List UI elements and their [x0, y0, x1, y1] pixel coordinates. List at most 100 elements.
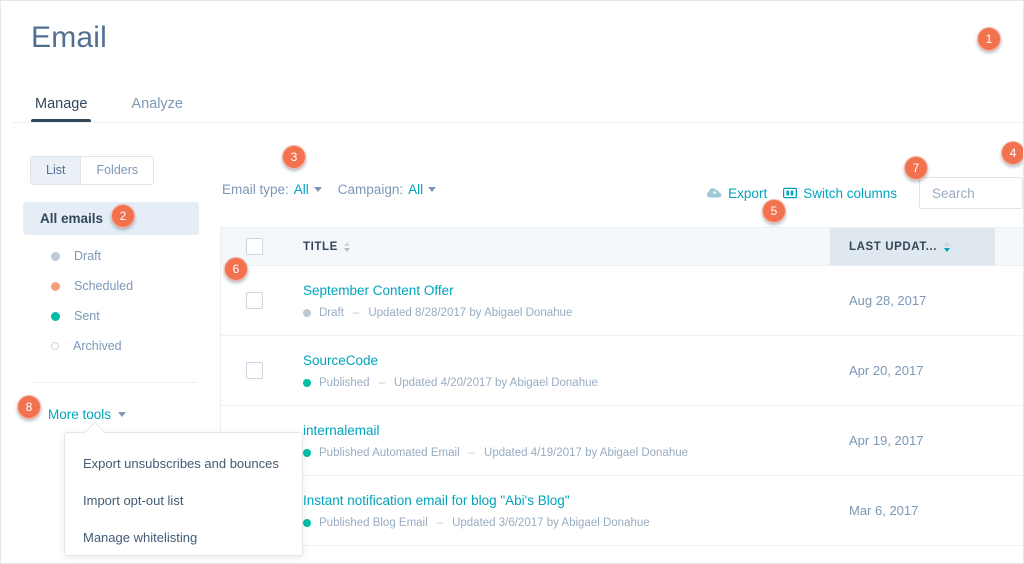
tab-analyze-label: Analyze: [131, 95, 183, 112]
more-tools-button[interactable]: More tools: [48, 407, 127, 422]
filter-campaign[interactable]: Campaign: All: [337, 182, 437, 197]
row-title-cell: SourceCode Published – Updated 4/20/2017…: [287, 336, 830, 405]
switch-columns-button[interactable]: Switch columns: [783, 186, 897, 201]
main-tabs: Manage Analyze: [13, 85, 205, 123]
more-tools-label: More tools: [48, 407, 112, 422]
table-header-row: TITLE LAST UPDAT...: [221, 228, 1023, 266]
row-spacer-cell: [995, 266, 1023, 335]
row-title-link[interactable]: September Content Offer: [303, 283, 814, 299]
sidebar-item-scheduled[interactable]: Scheduled: [23, 271, 199, 301]
column-header-last-updated-label: LAST UPDAT...: [849, 240, 938, 253]
sidebar-item-archived-label: Archived: [73, 339, 122, 353]
export-label: Export: [728, 185, 768, 201]
callout-badge-5-number: 5: [770, 204, 778, 218]
callout-badge-2-number: 2: [119, 209, 127, 223]
meta-separator: –: [352, 307, 360, 320]
row-title-link[interactable]: Instant notification email for blog "Abi…: [303, 493, 814, 509]
sort-desc-icon: [944, 241, 951, 252]
sidebar-item-sent[interactable]: Sent: [23, 301, 199, 331]
column-header-title-label: TITLE: [303, 240, 338, 253]
menu-item-import-opt-out[interactable]: Import opt-out list: [65, 482, 302, 519]
filter-email-type-value: All: [293, 182, 309, 197]
row-updated-text: Updated 4/20/2017 by Abigael Donahue: [393, 377, 598, 390]
row-status-label: Published Blog Email: [319, 517, 428, 530]
row-updated-text: Updated 8/28/2017 by Abigael Donahue: [368, 307, 573, 320]
sidebar-divider: [31, 382, 197, 383]
column-header-title[interactable]: TITLE: [287, 228, 830, 265]
callout-badge-8-number: 8: [25, 400, 33, 414]
callout-badge-5: 5: [762, 199, 786, 223]
callout-badge-4: 4: [1001, 141, 1023, 165]
view-toggle-list-label: List: [46, 163, 66, 177]
row-status-label: Published: [319, 377, 370, 390]
row-meta: Published – Updated 4/20/2017 by Abigael…: [303, 377, 814, 389]
chevron-down-icon: [428, 187, 437, 192]
row-status-label: Published Automated Email: [319, 447, 460, 460]
row-updated-text: Updated 3/6/2017 by Abigael Donahue: [452, 517, 650, 530]
row-checkbox[interactable]: [245, 292, 263, 309]
row-title-link[interactable]: internalemail: [303, 423, 814, 439]
callout-badge-8: 8: [17, 395, 41, 419]
row-title-link[interactable]: SourceCode: [303, 353, 814, 369]
search-input[interactable]: [932, 185, 1022, 201]
export-button[interactable]: Export: [707, 186, 767, 201]
row-status-dot: [303, 379, 311, 388]
menu-item-manage-whitelisting-label: Manage whitelisting: [83, 530, 198, 545]
tab-manage-label: Manage: [35, 95, 88, 112]
view-toggle: List Folders: [30, 156, 155, 185]
callout-badge-1-number: 1: [985, 32, 993, 46]
switch-columns-label: Switch columns: [803, 185, 897, 201]
callout-badge-6: 6: [224, 257, 248, 281]
view-toggle-list[interactable]: List: [31, 157, 82, 184]
column-header-last-updated[interactable]: LAST UPDAT...: [830, 228, 995, 265]
view-toggle-folders[interactable]: Folders: [81, 157, 154, 184]
page-title: Email: [31, 21, 108, 54]
menu-item-manage-whitelisting[interactable]: Manage whitelisting: [65, 519, 302, 556]
status-dot-scheduled: [51, 281, 60, 291]
sidebar-item-sent-label: Sent: [74, 309, 100, 323]
view-toggle-folders-label: Folders: [96, 163, 139, 177]
table-row[interactable]: SourceCode Published – Updated 4/20/2017…: [221, 336, 1023, 406]
callout-badge-2: 2: [111, 204, 135, 228]
row-spacer-cell: [995, 336, 1023, 405]
table-row[interactable]: September Content Offer Draft – Updated …: [221, 266, 1023, 336]
chevron-down-icon: [313, 187, 322, 192]
status-dot-draft: [51, 251, 60, 261]
search-box[interactable]: [919, 177, 1023, 209]
tab-analyze[interactable]: Analyze: [109, 95, 205, 124]
row-status-label: Draft: [319, 307, 344, 320]
sidebar-item-draft[interactable]: Draft: [23, 241, 199, 271]
cloud-upload-icon: [707, 188, 722, 198]
filter-campaign-value: All: [408, 182, 424, 197]
meta-separator: –: [468, 447, 476, 460]
row-status-dot: [303, 519, 311, 528]
filter-campaign-label: Campaign:: [337, 182, 404, 197]
sidebar-item-draft-label: Draft: [74, 249, 102, 263]
sort-icon: [343, 241, 350, 252]
columns-icon: [783, 187, 798, 199]
status-dot-archived: [51, 342, 59, 350]
filter-email-type-label: Email type:: [222, 182, 289, 197]
callout-badge-1: 1: [977, 27, 1001, 51]
sidebar-item-archived[interactable]: Archived: [23, 331, 199, 361]
tab-manage[interactable]: Manage: [13, 95, 109, 124]
row-title-cell: September Content Offer Draft – Updated …: [287, 266, 830, 335]
filter-bar: Email type: All Campaign: All: [222, 182, 437, 197]
status-dot-sent: [51, 311, 60, 321]
select-all-checkbox[interactable]: [245, 238, 263, 255]
row-meta: Published Automated Email – Updated 4/19…: [303, 447, 814, 459]
menu-item-export-unsubscribes-label: Export unsubscribes and bounces: [83, 456, 279, 471]
menu-item-import-opt-out-label: Import opt-out list: [83, 493, 184, 508]
meta-separator: –: [378, 377, 385, 390]
filter-email-type[interactable]: Email type: All: [222, 182, 322, 197]
row-status-dot: [303, 309, 311, 318]
table-row[interactable]: Instant notification email for blog "Abi…: [221, 476, 1023, 546]
row-spacer-cell: [995, 476, 1023, 545]
row-select-cell: [221, 336, 287, 405]
row-checkbox[interactable]: [245, 362, 263, 379]
row-title-cell: Instant notification email for blog "Abi…: [287, 476, 830, 545]
email-dashboard: Email Manage Analyze List Folders All em…: [0, 0, 1024, 564]
callout-badge-7-number: 7: [912, 161, 920, 175]
table-row[interactable]: internalemail Published Automated Email …: [221, 406, 1023, 476]
menu-item-export-unsubscribes[interactable]: Export unsubscribes and bounces: [65, 445, 302, 482]
